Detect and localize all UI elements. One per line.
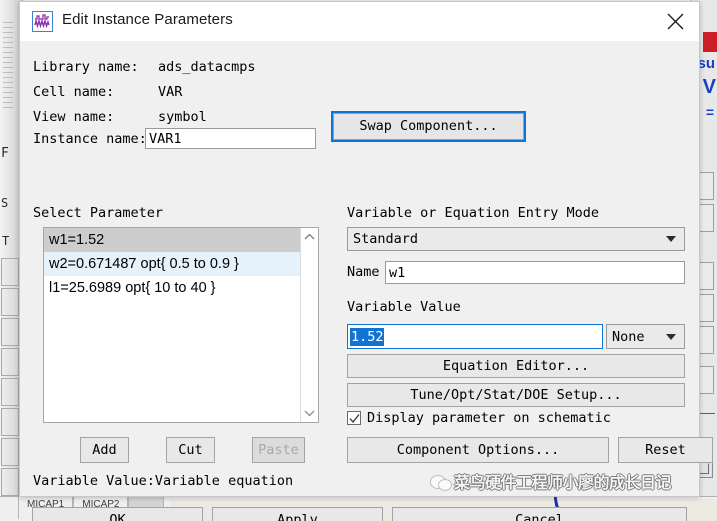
background-left-button <box>1 408 19 436</box>
background-left-button <box>1 468 19 496</box>
background-left-text-f: F <box>1 146 9 161</box>
edit-instance-parameters-dialog: Edit Instance Parameters Library name: ad… <box>19 1 713 521</box>
instance-name-label-text: Instance name: <box>33 131 147 147</box>
var-symbol-icon <box>32 11 53 32</box>
cell-name-label: Cell name: <box>33 84 115 100</box>
variable-value-heading: Variable Value <box>347 299 461 315</box>
background-left-button <box>1 258 19 286</box>
apply-button[interactable]: Apply <box>212 507 383 521</box>
library-name-value: ads_datacmps <box>158 59 256 75</box>
background-schematic-text-su: su <box>697 55 715 72</box>
list-item[interactable]: w1=1.52 <box>44 228 301 252</box>
paste-button: Paste <box>252 437 305 463</box>
entry-mode-dropdown[interactable]: Standard <box>347 227 685 251</box>
list-item[interactable]: w2=0.671487 opt{ 0.5 to 0.9 } <box>44 252 301 276</box>
dialog-title-bar: Edit Instance Parameters <box>20 2 699 41</box>
select-parameter-heading: Select Parameter <box>33 205 164 221</box>
tune-opt-stat-doe-setup-button[interactable]: Tune/Opt/Stat/DOE Setup... <box>347 383 685 407</box>
instance-name-label: Instance name: <box>33 131 158 147</box>
parameter-list-scrollbar[interactable] <box>300 228 318 422</box>
status-text: Variable Value:Variable equation <box>33 473 294 489</box>
instance-name-input[interactable] <box>145 128 316 149</box>
display-parameter-label: Display parameter on schematic <box>367 410 611 426</box>
chevron-up-icon[interactable] <box>301 228 318 245</box>
reset-button[interactable]: Reset <box>618 437 713 463</box>
name-input[interactable] <box>385 261 685 284</box>
checkbox-box <box>347 411 361 425</box>
dialog-title: Edit Instance Parameters <box>62 11 233 28</box>
background-schematic-text-eq: = <box>705 104 714 120</box>
variable-value-input[interactable]: 1.52 <box>347 324 603 349</box>
background-left-button <box>1 288 19 316</box>
chevron-down-icon <box>666 333 676 340</box>
cut-button[interactable]: Cut <box>166 437 215 463</box>
view-name-value: symbol <box>158 109 207 125</box>
name-field-label: Name <box>347 264 380 280</box>
variable-value-unit-dropdown[interactable]: None <box>606 324 685 349</box>
background-schematic-text-v: V <box>702 76 716 98</box>
background-ruler <box>3 22 13 112</box>
ok-button[interactable]: OK <box>32 507 203 521</box>
display-parameter-checkbox[interactable]: Display parameter on schematic <box>347 410 611 426</box>
variable-value-selected-text: 1.52 <box>350 327 384 346</box>
background-left-button <box>1 438 19 466</box>
entry-mode-selected-value: Standard <box>353 231 419 247</box>
background-left-button <box>1 318 19 346</box>
cell-name-row: Cell name: VAR <box>33 84 182 100</box>
library-name-row: Library name: ads_datacmps <box>33 59 256 75</box>
chevron-down-icon <box>666 236 676 242</box>
view-name-row: View name: symbol <box>33 109 207 125</box>
swap-component-button[interactable]: Swap Component... <box>331 111 526 142</box>
background-left-text-s: S <box>1 196 9 210</box>
add-button[interactable]: Add <box>80 437 129 463</box>
background-red-marker <box>703 32 717 52</box>
library-name-label: Library name: <box>33 59 139 75</box>
view-name-label: View name: <box>33 109 115 125</box>
cell-name-value: VAR <box>158 84 183 100</box>
unit-selected-value: None <box>612 328 645 345</box>
cancel-button[interactable]: Cancel <box>392 507 687 521</box>
background-left-button <box>1 378 19 406</box>
list-item[interactable]: l1=25.6989 opt{ 10 to 40 } <box>44 276 301 300</box>
parameter-list[interactable]: w1=1.52 w2=0.671487 opt{ 0.5 to 0.9 } l1… <box>43 227 319 423</box>
equation-editor-button[interactable]: Equation Editor... <box>347 354 685 378</box>
dialog-body: Library name: ads_datacmps Cell name: VAR … <box>20 41 713 521</box>
chevron-down-icon[interactable] <box>301 405 318 422</box>
close-icon[interactable] <box>653 2 699 41</box>
checkmark-icon <box>349 414 360 424</box>
component-options-button[interactable]: Component Options... <box>347 437 609 463</box>
entry-mode-heading: Variable or Equation Entry Mode <box>347 205 599 221</box>
background-left-button <box>1 348 19 376</box>
background-left-text-t: T <box>2 234 10 248</box>
parameter-list-items: w1=1.52 w2=0.671487 opt{ 0.5 to 0.9 } l1… <box>44 228 301 300</box>
